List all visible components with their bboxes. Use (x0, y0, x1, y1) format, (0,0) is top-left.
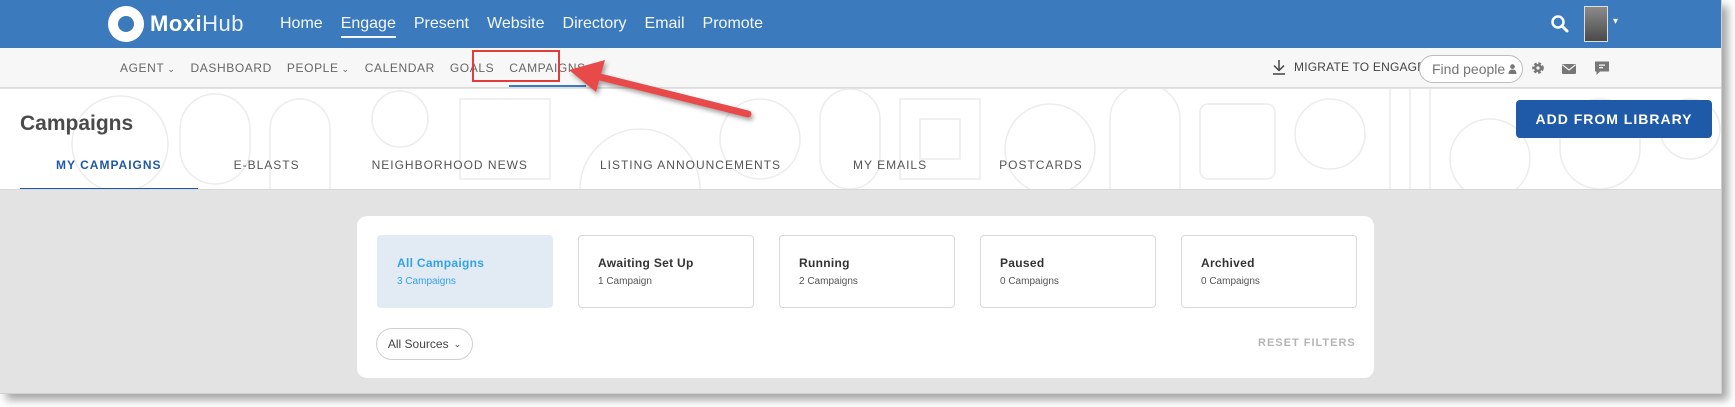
status-filter-title: Archived (1201, 256, 1255, 270)
reset-filters-button[interactable]: RESET FILTERS (1258, 337, 1356, 349)
logo-text-bold: Moxi (150, 11, 203, 36)
status-filter-running[interactable]: Running 2 Campaigns (779, 235, 955, 308)
main-nav-promote[interactable]: Promote (703, 0, 763, 48)
subnav-item-dashboard[interactable]: DASHBOARD (191, 48, 272, 88)
migrate-to-engage-button[interactable]: MIGRATE TO ENGAGE (1272, 56, 1425, 78)
all-sources-dropdown[interactable]: All Sources ⌄ (376, 328, 473, 360)
main-nav-directory[interactable]: Directory (563, 0, 627, 48)
status-filter-archived[interactable]: Archived 0 Campaigns (1181, 235, 1357, 308)
gear-icon[interactable] (1530, 60, 1546, 76)
page-title: Campaigns (20, 112, 134, 135)
logo-mark-icon (108, 6, 144, 42)
status-filter-title: All Campaigns (397, 256, 485, 270)
tab-neighborhood-news[interactable]: NEIGHBORHOOD NEWS (336, 153, 564, 189)
logo-text-light: Hub (202, 11, 244, 36)
status-filter-count: 2 Campaigns (799, 276, 858, 287)
tab-e-blasts[interactable]: E-BLASTS (198, 153, 336, 189)
status-filter-count: 0 Campaigns (1000, 276, 1059, 287)
main-nav: Home Engage Present Website Directory Em… (280, 0, 781, 48)
main-nav-website[interactable]: Website (487, 0, 545, 48)
status-filter-row: All Campaigns 3 Campaigns Awaiting Set U… (377, 235, 1357, 308)
top-navigation-bar: MoxiHub Home Engage Present Website Dire… (0, 0, 1721, 48)
download-icon (1273, 60, 1285, 75)
campaign-filter-card: All Campaigns 3 Campaigns Awaiting Set U… (357, 216, 1374, 378)
campaign-tabs: MY CAMPAIGNS E-BLASTS NEIGHBORHOOD NEWS … (20, 153, 1119, 189)
status-filter-count: 0 Campaigns (1201, 276, 1260, 287)
tab-listing-announcements[interactable]: LISTING ANNOUNCEMENTS (564, 153, 817, 189)
app-window: MoxiHub Home Engage Present Website Dire… (0, 0, 1722, 394)
migrate-label: MIGRATE TO ENGAGE (1294, 60, 1426, 74)
sources-label: All Sources (387, 337, 449, 351)
subnav-item-label: DASHBOARD (190, 61, 272, 75)
tab-my-emails[interactable]: MY EMAILS (817, 153, 963, 189)
tab-postcards[interactable]: POSTCARDS (963, 153, 1119, 189)
subnav-item-agent[interactable]: AGENT ⌄ (120, 48, 176, 88)
status-filter-count: 3 Campaigns (397, 276, 456, 287)
person-icon (1508, 64, 1517, 74)
status-filter-paused[interactable]: Paused 0 Campaigns (980, 235, 1156, 308)
main-nav-email[interactable]: Email (645, 0, 685, 48)
main-nav-present[interactable]: Present (414, 0, 469, 48)
status-filter-count: 1 Campaign (598, 276, 652, 287)
chat-icon[interactable] (1594, 60, 1610, 76)
status-filter-title: Awaiting Set Up (598, 256, 694, 270)
status-filter-title: Running (799, 256, 850, 270)
mail-icon[interactable] (1561, 61, 1577, 77)
subnav-item-label: AGENT (120, 61, 165, 75)
find-people-search[interactable] (1419, 55, 1523, 83)
status-filter-all-campaigns[interactable]: All Campaigns 3 Campaigns (377, 235, 553, 308)
subnav-item-calendar[interactable]: CALENDAR (365, 48, 435, 88)
search-icon[interactable] (1550, 14, 1570, 34)
page-header: Campaigns ADD FROM LIBRARY MY CAMPAIGNS … (0, 89, 1721, 190)
main-nav-home[interactable]: Home (280, 0, 323, 48)
subnav-item-people[interactable]: PEOPLE ⌄ (287, 48, 350, 88)
subnav-item-label: PEOPLE (286, 61, 339, 75)
tab-my-campaigns[interactable]: MY CAMPAIGNS (20, 153, 198, 189)
annotation-highlight-box (472, 50, 560, 82)
add-from-library-button[interactable]: ADD FROM LIBRARY (1516, 100, 1712, 138)
status-filter-awaiting-set-up[interactable]: Awaiting Set Up 1 Campaign (578, 235, 754, 308)
status-filter-title: Paused (1000, 256, 1045, 270)
find-people-input[interactable] (1432, 61, 1506, 77)
chevron-down-icon: ⌄ (453, 338, 462, 349)
sub-navigation-bar: AGENT ⌄ DASHBOARD PEOPLE ⌄ CALENDAR GOALS … (0, 48, 1721, 88)
chevron-down-icon: ⌄ (167, 64, 176, 74)
subnav-item-label: CALENDAR (364, 61, 435, 75)
chevron-down-icon: ⌄ (341, 64, 350, 74)
chevron-down-icon[interactable]: ▾ (1613, 16, 1618, 27)
moxihub-logo[interactable]: MoxiHub (108, 6, 244, 42)
main-nav-engage[interactable]: Engage (340, 0, 397, 48)
avatar[interactable] (1584, 6, 1608, 42)
